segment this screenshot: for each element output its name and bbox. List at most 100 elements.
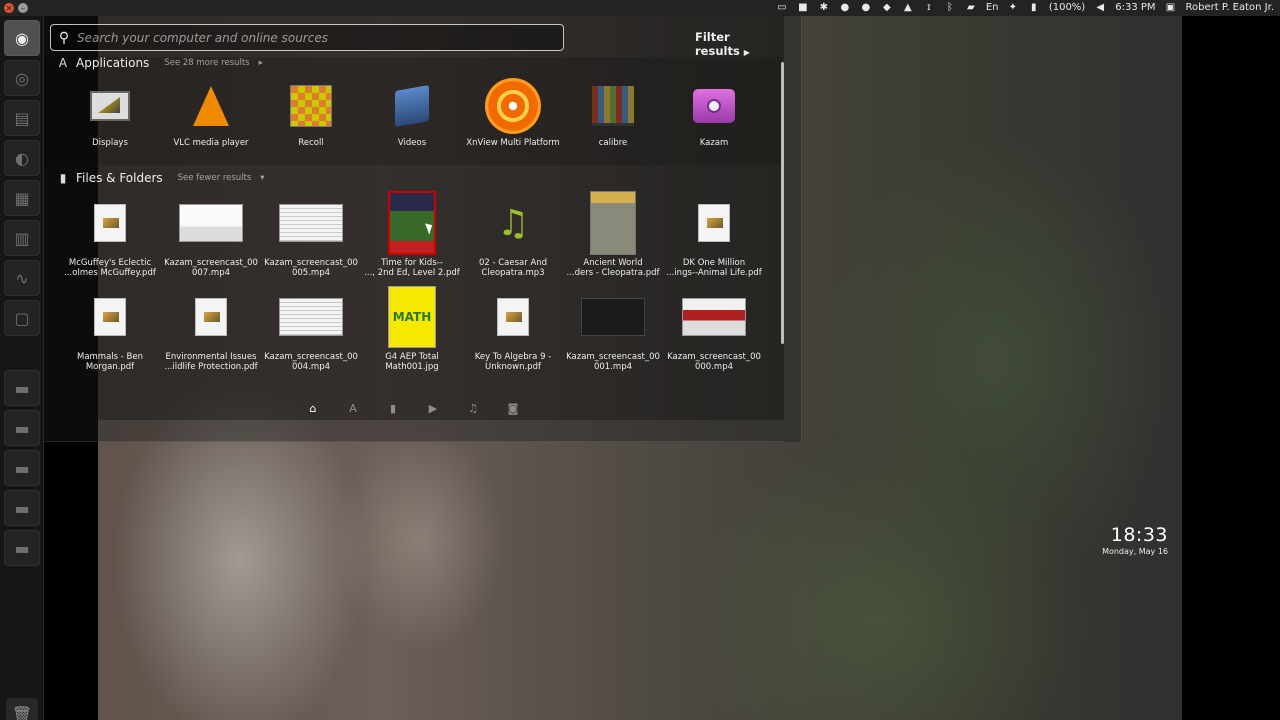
chevron-down-icon[interactable]: ▾ xyxy=(260,173,264,183)
battery-percent[interactable]: (100%) xyxy=(1049,0,1085,16)
files-folders-title: Files & Folders xyxy=(76,171,163,185)
file-label-line2: Cleopatra.mp3 xyxy=(481,268,545,278)
file-label-line1: Ancient World xyxy=(583,258,643,268)
file-tile[interactable]: Time for Kids-- ..., 2nd Ed, Level 2.pdf xyxy=(362,191,462,278)
home-lens-icon[interactable]: ⌂ xyxy=(306,402,320,416)
calibre-icon xyxy=(592,86,634,126)
xnview-icon xyxy=(485,78,541,134)
file-tile[interactable]: Kazam_screencast_00 001.mp4 xyxy=(563,286,663,372)
music-lens-icon[interactable]: ♫ xyxy=(466,402,480,416)
pdf-icon xyxy=(94,204,126,242)
launcher-drive-icon[interactable]: ▬ xyxy=(4,450,40,486)
file-tile[interactable]: McGuffey's Eclectic ...olmes McGuffey.pd… xyxy=(60,192,160,278)
wifi-icon[interactable]: ✦ xyxy=(1007,0,1019,16)
file-tile[interactable]: Kazam_screencast_00 004.mp4 xyxy=(261,286,361,372)
session-icon[interactable]: ▣ xyxy=(1165,0,1177,16)
launcher-app-icon[interactable]: ▥ xyxy=(4,220,40,256)
network-icon[interactable]: ▰ xyxy=(965,0,977,16)
launcher-app-icon[interactable]: ▤ xyxy=(4,100,40,136)
file-label-line1: Kazam_screencast_00 xyxy=(164,258,258,268)
applications-lens-icon[interactable]: A xyxy=(346,402,360,416)
file-tile[interactable]: DK One Million ...ings--Animal Life.pdf xyxy=(664,192,764,278)
see-fewer-results-link[interactable]: See fewer results xyxy=(178,173,252,183)
vlc-icon xyxy=(193,86,229,126)
file-tile[interactable]: Ancient World ...ders - Cleopatra.pdf xyxy=(563,191,663,278)
files-lens-icon[interactable]: ▮ xyxy=(386,402,400,416)
launcher-drive-icon[interactable]: ▬ xyxy=(4,530,40,566)
app-tile-vlc[interactable]: VLC media player xyxy=(161,78,261,148)
file-tile[interactable]: ♫ 02 - Caesar And Cleopatra.mp3 xyxy=(463,192,563,279)
app-tile-kazam[interactable]: Kazam xyxy=(664,78,764,148)
gear-icon[interactable]: ✱ xyxy=(818,0,830,16)
user-name[interactable]: Robert P. Eaton Jr. xyxy=(1186,0,1274,16)
chevron-right-icon[interactable]: ▸ xyxy=(259,58,263,68)
lens-bar: ⌂ A ▮ ▶ ♫ ◙ xyxy=(306,402,520,416)
file-label-line2: Unknown.pdf xyxy=(485,362,541,372)
launcher-app-icon[interactable]: ∿ xyxy=(4,260,40,296)
chat-icon[interactable]: ● xyxy=(860,0,872,16)
top-panel: ✕ – ▭ ■ ✱ ● ● ◆ ▲ ɪ ᛒ ▰ En ✦ ▮ (100%) ◀ … xyxy=(0,0,1280,16)
app-tile-recoll[interactable]: Recoll xyxy=(261,78,361,148)
file-label-line2: 001.mp4 xyxy=(593,362,632,372)
file-label-line1: Environmental Issues xyxy=(165,352,257,362)
file-tile[interactable]: Environmental Issues ...ildlife Protecti… xyxy=(161,286,261,372)
file-tile[interactable]: Kazam_screencast_00 007.mp4 xyxy=(161,192,261,278)
app-tile-videos[interactable]: Videos xyxy=(362,78,462,148)
file-label-line1: Kazam_screencast_00 xyxy=(264,258,358,268)
update-icon[interactable]: ▲ xyxy=(902,0,914,16)
dash-scrollbar[interactable] xyxy=(781,62,784,344)
bluetooth-icon[interactable]: ᛒ xyxy=(944,0,956,16)
launcher-app-icon[interactable]: ▦ xyxy=(4,180,40,216)
dash-home-icon[interactable]: ◉ xyxy=(4,20,40,56)
keyboard-layout-icon[interactable]: En xyxy=(986,0,999,16)
screen-icon[interactable]: ▭ xyxy=(776,0,788,16)
launcher-drive-icon[interactable]: ▬ xyxy=(4,490,40,526)
file-label-line2: ...ders - Cleopatra.pdf xyxy=(566,268,660,278)
pdf-icon xyxy=(94,298,126,336)
file-tile[interactable]: Kazam_screencast_00 005.mp4 xyxy=(261,192,361,278)
app-tile-xnview[interactable]: XnView Multi Platform xyxy=(463,78,563,148)
app-label: calibre xyxy=(598,138,628,148)
pdf-icon xyxy=(195,298,227,336)
circle-icon[interactable]: ● xyxy=(839,0,851,16)
filter-results-button[interactable]: Filter results ▶ xyxy=(695,30,784,58)
file-label-line1: Kazam_screencast_00 xyxy=(566,352,660,362)
launcher-app-icon[interactable]: ◐ xyxy=(4,140,40,176)
app-tile-calibre[interactable]: calibre xyxy=(563,78,663,148)
search-input[interactable] xyxy=(77,25,563,50)
book-cover-icon xyxy=(590,191,636,255)
launcher: ◉ ◎ ▤ ◐ ▦ ▥ ∿ ▢ ▬ ▬ ▬ ▬ ▬ 🗑 xyxy=(0,16,44,720)
volume-icon[interactable]: ◀ xyxy=(1094,0,1106,16)
battery-icon[interactable]: ▮ xyxy=(1028,0,1040,16)
search-box[interactable]: ⚲ xyxy=(50,24,564,51)
launcher-app-icon[interactable]: ◎ xyxy=(4,60,40,96)
file-tile[interactable]: Kazam_screencast_00 000.mp4 xyxy=(664,286,764,372)
file-tile[interactable]: Mammals - Ben Morgan.pdf xyxy=(60,286,160,372)
launcher-drive-icon[interactable]: ▬ xyxy=(4,410,40,446)
app-tile-displays[interactable]: Displays xyxy=(60,78,160,148)
close-window-button[interactable]: ✕ xyxy=(4,3,14,13)
chevron-right-icon: ▶ xyxy=(743,48,750,57)
pdf-icon xyxy=(497,298,529,336)
video-lens-icon[interactable]: ▶ xyxy=(426,402,440,416)
see-more-results-link[interactable]: See 28 more results xyxy=(164,58,249,68)
clock-date: Monday, May 16 xyxy=(1102,547,1168,556)
dropbox-icon[interactable]: ◆ xyxy=(881,0,893,16)
panel-clock[interactable]: 6:33 PM xyxy=(1115,0,1155,16)
photo-lens-icon[interactable]: ◙ xyxy=(506,402,520,416)
pdf-icon xyxy=(698,204,730,242)
usb-icon[interactable]: ɪ xyxy=(923,0,935,16)
camera-icon[interactable]: ■ xyxy=(797,0,809,16)
minimize-window-button[interactable]: – xyxy=(18,3,28,13)
videos-icon xyxy=(395,85,429,127)
file-tile[interactable]: Key To Algebra 9 - Unknown.pdf xyxy=(463,286,563,372)
trash-icon[interactable]: 🗑 xyxy=(6,698,38,720)
launcher-drive-icon[interactable]: ▬ xyxy=(4,370,40,406)
file-tile[interactable]: MATH G4 AEP Total Math001.jpg xyxy=(362,286,462,372)
file-label-line1: Time for Kids-- xyxy=(381,258,443,268)
launcher-app-icon[interactable]: ▢ xyxy=(4,300,40,336)
video-thumbnail-icon xyxy=(279,204,343,242)
file-label-line2: 005.mp4 xyxy=(291,268,330,278)
indicator-area: ▭ ■ ✱ ● ● ◆ ▲ ɪ ᛒ ▰ En ✦ ▮ (100%) ◀ 6:33… xyxy=(776,0,1280,16)
file-lens-icon: ▮ xyxy=(59,171,67,185)
